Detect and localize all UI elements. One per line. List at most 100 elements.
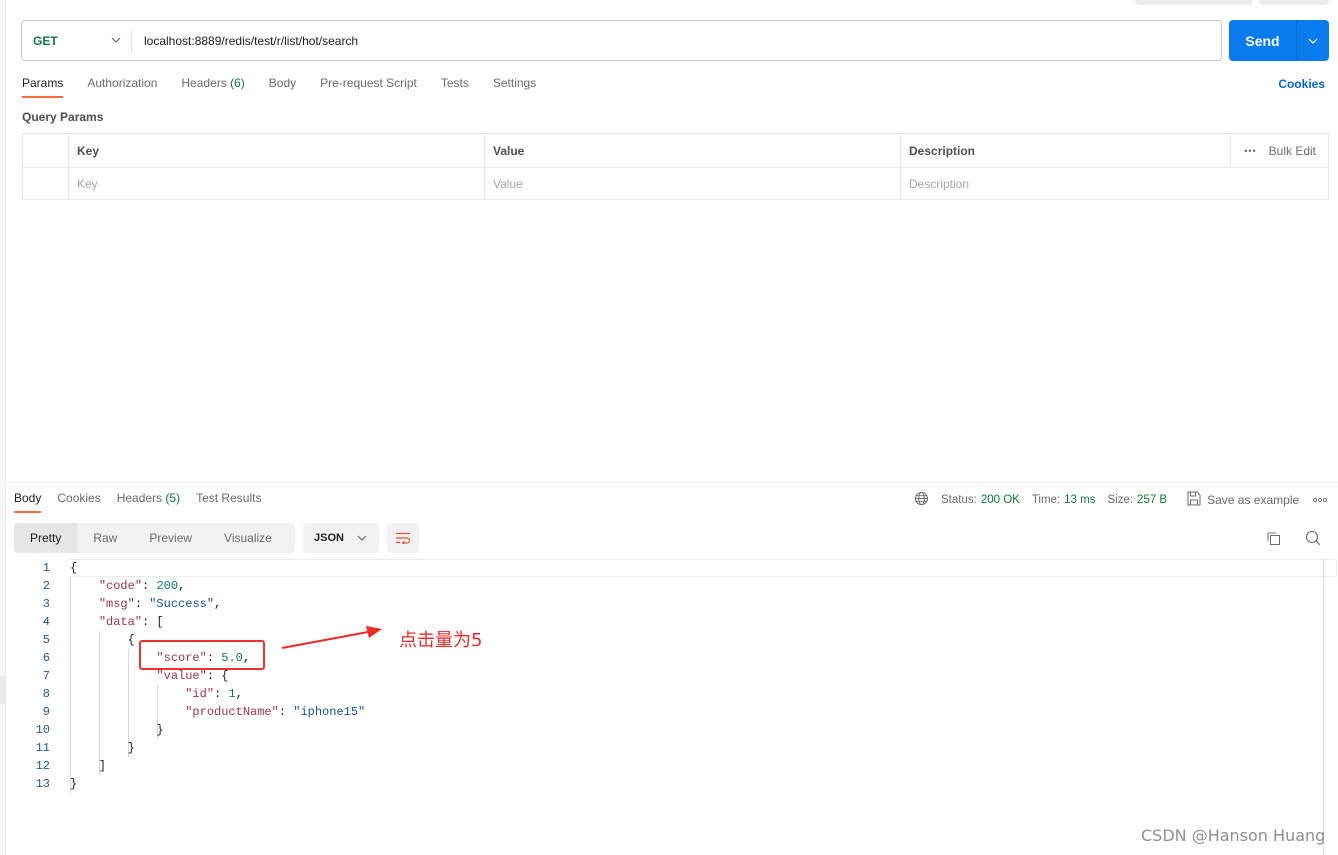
line-number: 12 <box>35 759 50 773</box>
json-key: "msg" <box>98 597 135 611</box>
top-toolbar-ghost <box>1135 0 1253 5</box>
url-input[interactable] <box>144 33 1221 48</box>
table-row: Key Value Description <box>23 167 1328 199</box>
json-number: 200 <box>156 579 179 593</box>
code-line: 13} <box>0 775 1320 793</box>
json-key: "id" <box>185 687 215 701</box>
tab-pre-request-script[interactable]: Pre-request Script <box>320 76 417 98</box>
json-key: "value" <box>156 669 207 683</box>
annotation-text: 点击量为5 <box>399 630 483 651</box>
code-text: } <box>70 723 164 737</box>
tab-label: Settings <box>492 76 537 90</box>
tab-label: Authorization <box>87 76 158 90</box>
save-as-example-button[interactable]: Save as example <box>1207 493 1299 507</box>
line-number: 9 <box>42 705 50 719</box>
send-dropdown-button[interactable] <box>1297 20 1329 61</box>
wrap-lines-button[interactable] <box>387 523 419 553</box>
code-line: 12 ] <box>0 757 1320 775</box>
tab-tests[interactable]: Tests <box>441 76 469 98</box>
code-text: "data": [ <box>98 615 164 629</box>
method-label: GET <box>33 33 58 48</box>
tab-label: Headers <box>181 76 227 90</box>
tab-authorization[interactable]: Authorization <box>87 76 157 98</box>
tab-params[interactable]: Params <box>22 76 64 98</box>
line-number: 2 <box>42 579 50 593</box>
send-button[interactable]: Send <box>1229 20 1297 61</box>
globe-icon[interactable] <box>914 491 929 509</box>
annotation-arrow-icon <box>281 626 382 649</box>
time-label: Time: <box>1031 494 1061 506</box>
tab-settings[interactable]: Settings <box>493 76 536 98</box>
search-button[interactable] <box>1304 529 1322 547</box>
query-params-title: Query Params <box>22 110 104 124</box>
copy-button[interactable] <box>1264 529 1282 547</box>
tab-label: Test Results <box>196 491 262 505</box>
cookies-link[interactable]: Cookies <box>1278 77 1325 91</box>
line-number: 8 <box>42 687 50 701</box>
code-text: } <box>70 741 135 755</box>
tab-label: Headers <box>116 491 163 505</box>
headers-count: (5) <box>165 491 181 505</box>
response-tab-test-results[interactable]: Test Results <box>196 491 261 513</box>
more-options-icon[interactable] <box>1313 494 1328 506</box>
json-key: "data" <box>98 615 143 629</box>
checkbox-column-header <box>23 134 68 167</box>
format-select[interactable]: JSON <box>303 523 379 553</box>
tab-headers[interactable]: Headers (6) <box>181 76 244 98</box>
response-tab-headers[interactable]: Headers (5) <box>117 491 180 513</box>
line-number: 4 <box>42 615 50 629</box>
search-icon <box>1305 530 1321 546</box>
request-tabs: Params Authorization Headers (6) Body Pr… <box>22 76 560 98</box>
response-tab-body[interactable]: Body <box>14 491 42 513</box>
response-divider[interactable] <box>6 482 1338 483</box>
watermark: CSDN @Hanson Huang <box>1141 826 1326 845</box>
code-line: 8 "id": 1, <box>0 685 1320 703</box>
key-input[interactable]: Key <box>68 168 484 199</box>
line-number: 1 <box>42 561 50 575</box>
response-meta: Status: 200 OK Time: 13 ms Size: 257 B S… <box>914 491 1331 509</box>
chevron-down-icon <box>357 535 367 541</box>
tab-label: Body <box>14 491 42 505</box>
code-line: 3 "msg": "Success", <box>0 595 1320 613</box>
query-params-table: Key Value Description ••• Bulk Edit Key … <box>22 133 1329 200</box>
time-value[interactable]: 13 ms <box>1064 494 1095 506</box>
view-pretty[interactable]: Pretty <box>14 523 78 553</box>
code-line: 1{ <box>0 559 1320 577</box>
tab-label: Body <box>268 76 297 90</box>
vertical-scrollbar[interactable] <box>1323 559 1324 855</box>
view-visualize[interactable]: Visualize <box>208 523 288 553</box>
column-header-description: Description <box>900 134 1230 167</box>
description-input[interactable]: Description <box>900 168 1328 199</box>
column-header-key: Key <box>68 134 484 167</box>
json-string: "iphone15" <box>293 705 366 719</box>
code-text: "id": 1, <box>185 687 243 701</box>
status-value[interactable]: 200 OK <box>981 494 1020 506</box>
response-tab-cookies[interactable]: Cookies <box>57 491 100 513</box>
view-mode-segmented: Pretty Raw Preview Visualize <box>14 523 295 553</box>
chevron-down-icon <box>1308 38 1318 44</box>
headers-count: (6) <box>230 76 245 90</box>
value-input[interactable]: Value <box>484 168 900 199</box>
tab-label: Pre-request Script <box>320 76 417 90</box>
code-text: ] <box>70 759 107 773</box>
url-bar: GET <box>21 20 1222 61</box>
bulk-edit-cell: ••• Bulk Edit <box>1230 134 1328 167</box>
tab-body[interactable]: Body <box>269 76 296 98</box>
code-text: { <box>70 561 78 575</box>
size-value[interactable]: 257 B <box>1137 494 1167 506</box>
wrap-lines-icon <box>396 532 411 544</box>
response-body-editor[interactable]: 1{ 2 "code": 200, 3 "msg": "Success", 4 … <box>0 559 1320 793</box>
line-number: 3 <box>42 597 50 611</box>
method-select[interactable]: GET <box>22 29 132 52</box>
code-text: } <box>70 777 78 791</box>
view-raw[interactable]: Raw <box>77 523 133 553</box>
more-options-icon[interactable]: ••• <box>1244 146 1256 156</box>
line-number: 13 <box>35 777 50 791</box>
line-number: 10 <box>35 723 50 737</box>
bulk-edit-button[interactable]: Bulk Edit <box>1269 144 1316 158</box>
chevron-down-icon <box>111 35 121 46</box>
json-key: "code" <box>98 579 143 593</box>
copy-icon <box>1267 532 1280 545</box>
response-tabs: Body Cookies Headers (5) Test Results <box>14 491 277 513</box>
view-preview[interactable]: Preview <box>133 523 208 553</box>
